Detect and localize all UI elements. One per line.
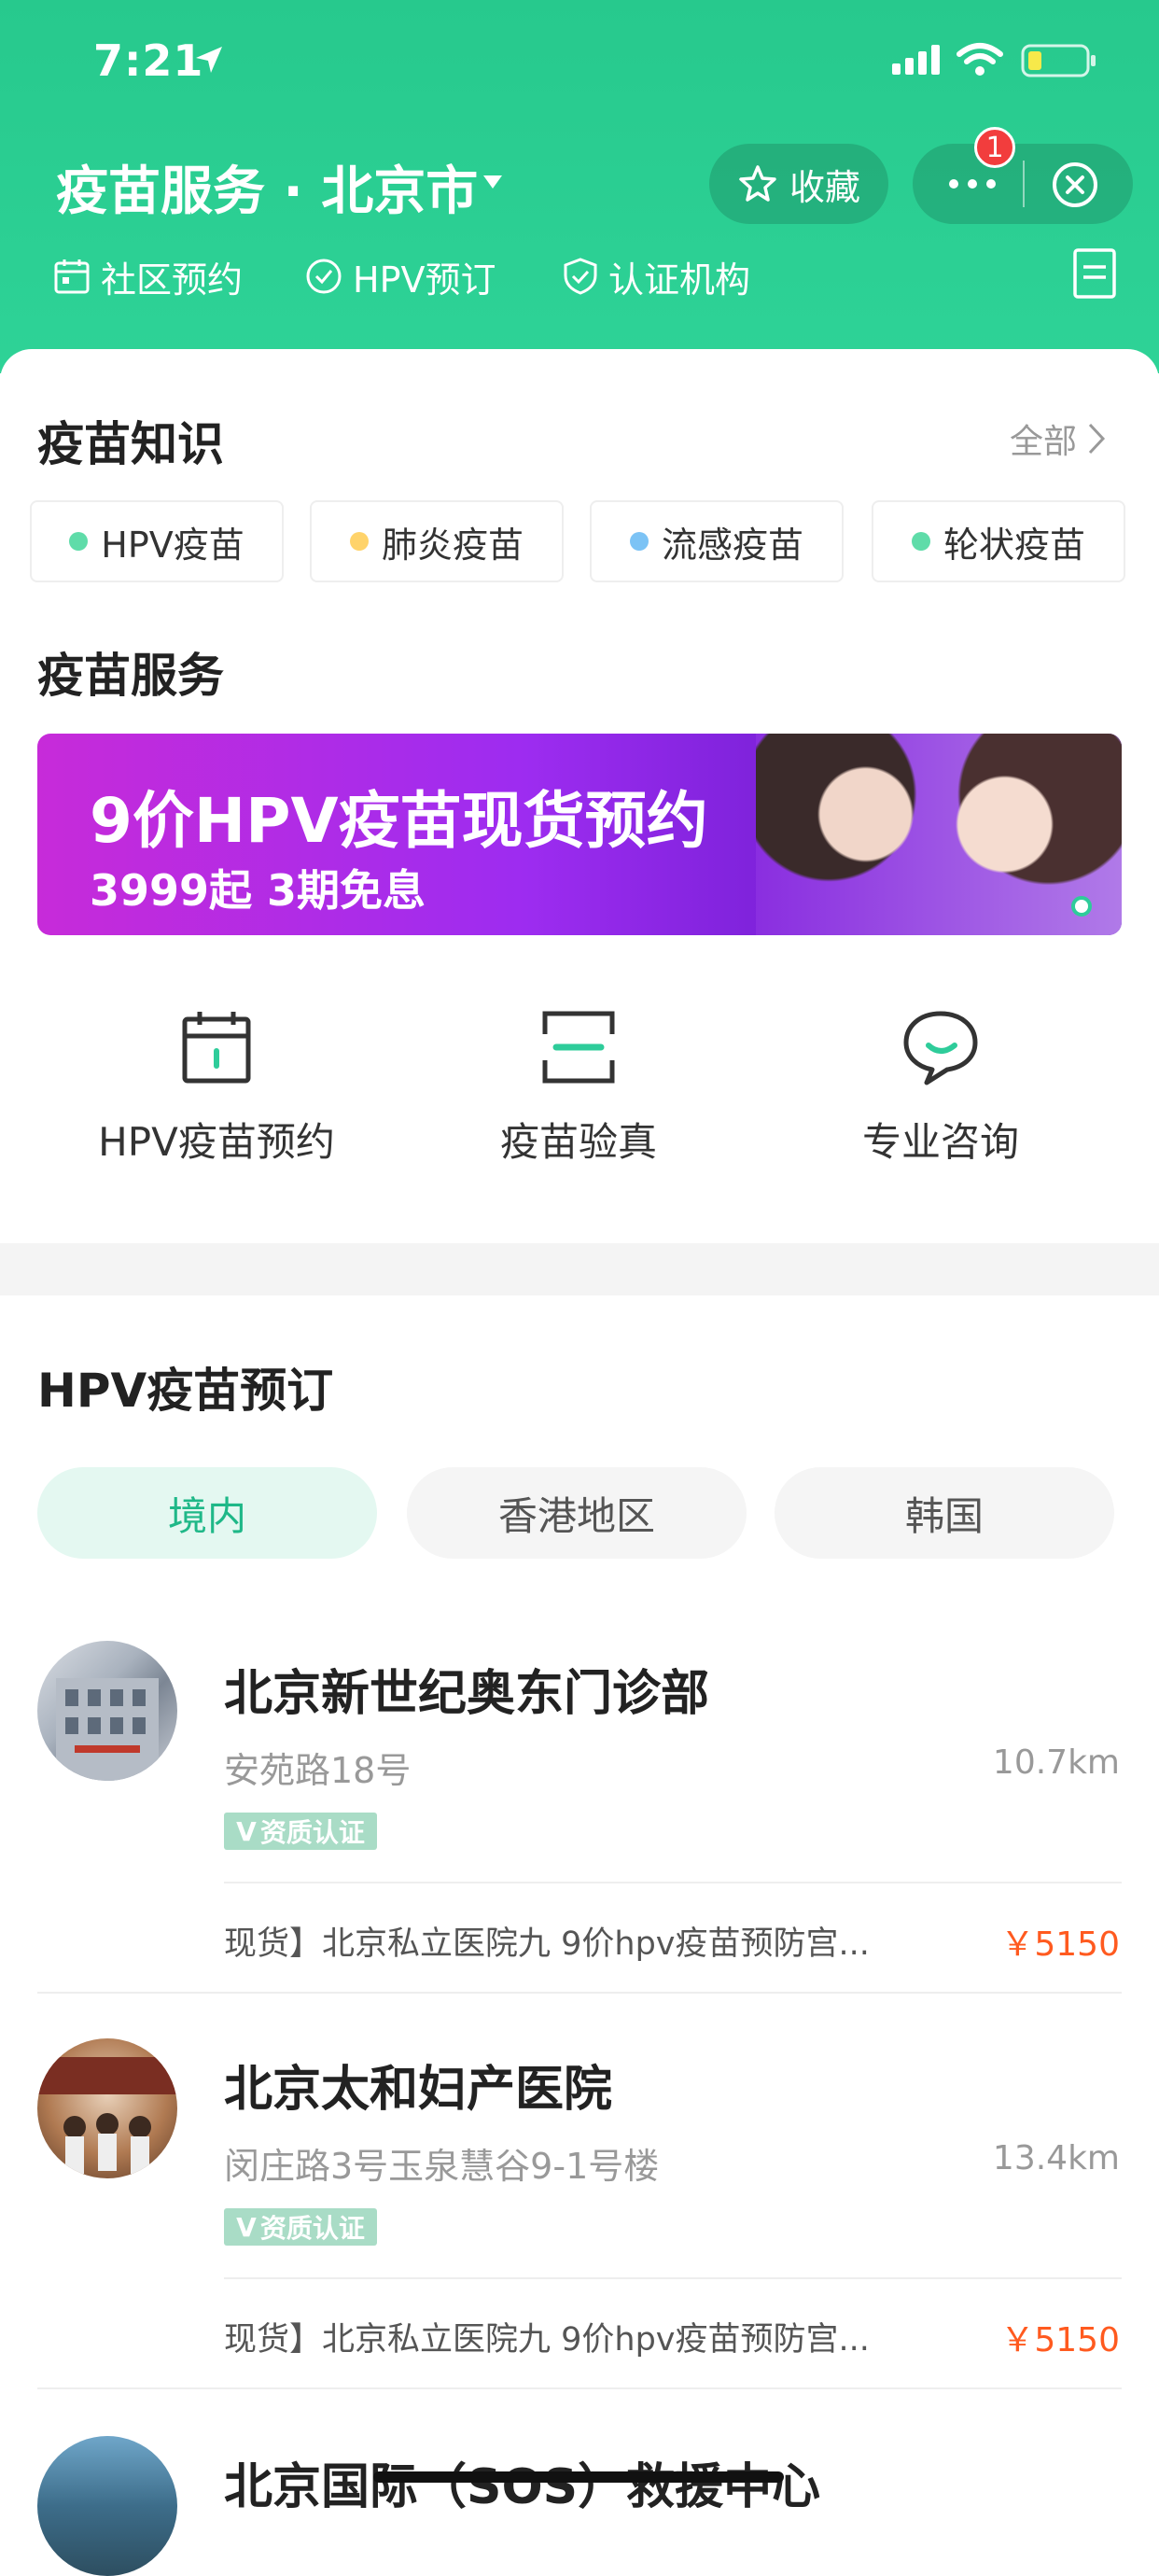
home-indicator	[373, 2471, 784, 2483]
close-capsule-icon[interactable]	[1049, 159, 1101, 211]
calendar-icon	[54, 259, 90, 294]
chip-label: 流感疫苗	[661, 524, 803, 566]
chip-rotavirus-vaccine[interactable]: 轮状疫苗	[872, 500, 1125, 582]
subnav-label: 社区预约	[101, 259, 244, 301]
product-price: ￥5150	[1000, 1925, 1120, 1964]
battery-icon	[1021, 44, 1096, 77]
clinic-distance: 13.4km	[992, 2139, 1120, 2177]
clinic-distance: 10.7km	[992, 1743, 1120, 1782]
clinic-address: 安苑路18号	[224, 1750, 412, 1791]
clinic-name[interactable]: 北京新世纪奥东门诊部	[224, 1654, 709, 1724]
subnav-label: 认证机构	[608, 259, 751, 301]
subnav-community-booking[interactable]: 社区预约	[52, 250, 243, 302]
shield-check-icon	[564, 258, 597, 295]
status-time: 7:21	[93, 35, 204, 86]
certified-badge: V 资质认证	[224, 2208, 377, 2246]
cert-label: 资质认证	[259, 2213, 365, 2244]
section-divider	[0, 1243, 1159, 1295]
check-circle-icon	[306, 259, 342, 294]
more-dots-icon[interactable]	[944, 170, 1000, 198]
service-label: HPV疫苗预约	[98, 1119, 335, 1165]
clinic-address: 闵庄路3号玉泉慧谷9-1号楼	[224, 2146, 660, 2187]
banner-headline: 9价HPV疫苗现货预约	[90, 785, 708, 857]
certified-badge: V 资质认证	[224, 1813, 377, 1850]
row-divider	[37, 2387, 1122, 2389]
chip-dot	[69, 532, 89, 551]
chip-label: HPV疫苗	[101, 524, 244, 566]
service-label: 专业咨询	[861, 1119, 1019, 1165]
scan-icon	[542, 1011, 615, 1084]
favorite-button[interactable]: 收藏	[709, 144, 888, 224]
service-label: 疫苗验真	[499, 1119, 657, 1165]
knowledge-more-link[interactable]: 全部	[1010, 414, 1107, 463]
clinic-name[interactable]: 北京太和妇产医院	[224, 2050, 612, 2120]
clinic-avatar[interactable]	[37, 2436, 177, 2576]
chevron-right-icon	[1088, 423, 1106, 455]
banner-subline: 3999起 3期免息	[90, 865, 426, 916]
chip-dot	[911, 532, 930, 551]
chip-label: 轮状疫苗	[943, 524, 1085, 566]
promo-banner[interactable]: 9价HPV疫苗现货预约 3999起 3期免息	[37, 734, 1122, 935]
signal-icon	[892, 45, 940, 75]
city-dropdown-caret-icon[interactable]	[483, 175, 502, 189]
tab-hong-kong[interactable]: 香港地区	[407, 1467, 747, 1559]
cert-label: 资质认证	[259, 1817, 365, 1848]
chip-dot	[349, 532, 369, 551]
location-arrow-icon	[196, 47, 222, 73]
notification-badge: 1	[974, 127, 1015, 168]
item-divider	[224, 1882, 1122, 1883]
verified-v-icon: V	[236, 2211, 257, 2243]
capsule-divider	[1023, 161, 1025, 207]
chip-dot	[629, 532, 649, 551]
star-icon	[739, 165, 776, 202]
chip-pneumonia-vaccine[interactable]: 肺炎疫苗	[310, 500, 564, 582]
chip-label: 肺炎疫苗	[381, 524, 524, 566]
wifi-icon	[957, 43, 1003, 76]
chip-flu-vaccine[interactable]: 流感疫苗	[590, 500, 844, 582]
services-title: 疫苗服务	[37, 649, 224, 703]
subnav-label: HPV预订	[353, 259, 496, 301]
banner-page-indicator	[1071, 896, 1092, 917]
favorite-label: 收藏	[789, 166, 860, 208]
clinic-photo	[37, 2057, 177, 2174]
service-vaccine-verify[interactable]: 疫苗验真	[411, 1008, 747, 1168]
clinic-avatar[interactable]	[37, 2038, 177, 2178]
subnav-certified-institutions[interactable]: 认证机构	[562, 250, 750, 302]
product-price: ￥5150	[1000, 2321, 1120, 2359]
knowledge-title: 疫苗知识	[37, 417, 224, 471]
service-hpv-booking[interactable]: HPV疫苗预约	[49, 1008, 384, 1168]
service-consultation[interactable]: 专业咨询	[773, 1008, 1109, 1168]
clinic-avatar[interactable]	[37, 1641, 177, 1781]
chat-icon	[903, 1011, 978, 1085]
subnav-hpv-booking[interactable]: HPV预订	[304, 250, 496, 302]
banner-photo	[756, 734, 1122, 935]
tab-korea[interactable]: 韩国	[775, 1467, 1114, 1559]
item-divider	[224, 2277, 1122, 2279]
calendar-icon	[182, 1012, 251, 1084]
page-title[interactable]: 疫苗服务 · 北京市	[56, 149, 478, 225]
clinic-photo	[56, 1678, 159, 1781]
document-list-icon[interactable]	[1071, 246, 1118, 301]
row-divider	[37, 1992, 1122, 1994]
mini-program-capsule	[913, 144, 1133, 224]
tab-domestic[interactable]: 境内	[37, 1467, 377, 1559]
verified-v-icon: V	[236, 1815, 257, 1847]
product-title[interactable]: 现货】北京私立医院九 9价hpv疫苗预防宫...	[224, 2313, 870, 2360]
hpv-booking-title: HPV疫苗预订	[37, 1364, 334, 1418]
chip-hpv-vaccine[interactable]: HPV疫苗	[30, 500, 284, 582]
product-title[interactable]: 现货】北京私立医院九 9价hpv疫苗预防宫...	[224, 1917, 870, 1965]
more-label: 全部	[1009, 423, 1077, 461]
